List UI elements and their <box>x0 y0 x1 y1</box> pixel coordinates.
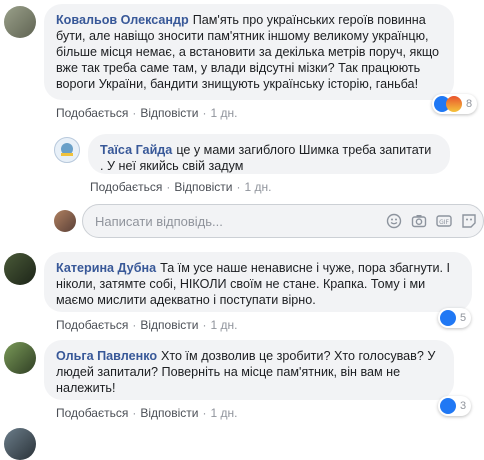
timestamp[interactable]: 1 дн. <box>210 406 237 420</box>
comment-author[interactable]: Ольга Павленко <box>56 349 157 363</box>
comment-actions: Подобається · Відповісти · 1 дн. <box>56 106 238 120</box>
comment-actions: Подобається · Відповісти · 1 дн. <box>56 406 238 420</box>
like-link[interactable]: Подобається <box>56 406 128 420</box>
comment-bubble: Ковальов Олександр Пам'ять про українськи… <box>44 4 454 100</box>
avatar[interactable] <box>4 253 36 285</box>
timestamp[interactable]: 1 дн. <box>210 106 237 120</box>
timestamp[interactable]: 1 дн. <box>210 318 237 332</box>
like-link[interactable]: Подобається <box>56 318 128 332</box>
reply-link[interactable]: Відповісти <box>174 180 232 194</box>
reply-link[interactable]: Відповісти <box>140 106 198 120</box>
comment-author[interactable]: Таїса Гайда <box>100 143 172 157</box>
like-reaction-icon <box>440 310 456 326</box>
emoji-icon[interactable] <box>386 213 402 229</box>
avatar[interactable] <box>4 6 36 38</box>
comment-bubble: Таїса Гайда це у мами загиблого Шимка тре… <box>88 134 450 174</box>
reply-link[interactable]: Відповісти <box>140 406 198 420</box>
comment-author[interactable]: Катерина Дубна <box>56 261 156 275</box>
avatar <box>54 210 76 232</box>
gif-icon[interactable]: GIF <box>436 213 452 229</box>
reply-input[interactable]: Написати відповідь... GIF <box>82 204 484 238</box>
reaction-count[interactable]: 8 <box>432 94 478 114</box>
reaction-number: 3 <box>460 400 467 412</box>
reply-placeholder: Написати відповідь... <box>95 214 223 229</box>
comment-bubble: Ольга Павленко Хто їм дозволив це зробити… <box>44 340 454 400</box>
comment-bubble: Катерина Дубна Та їм усе наше ненависне і… <box>44 252 472 312</box>
avatar[interactable] <box>4 342 36 374</box>
camera-icon[interactable] <box>411 213 427 229</box>
svg-text:GIF: GIF <box>439 219 449 226</box>
reaction-number: 5 <box>460 312 467 324</box>
like-link[interactable]: Подобається <box>56 106 128 120</box>
timestamp[interactable]: 1 дн. <box>244 180 271 194</box>
reaction-number: 8 <box>466 98 473 110</box>
avatar[interactable] <box>4 428 36 460</box>
comment-author[interactable]: Ковальов Олександр <box>56 13 189 27</box>
sticker-icon[interactable] <box>461 213 477 229</box>
reply-link[interactable]: Відповісти <box>140 318 198 332</box>
comment-actions: Подобається · Відповісти · 1 дн. <box>90 180 272 194</box>
avatar[interactable] <box>54 137 80 163</box>
reaction-count[interactable]: 5 <box>438 308 472 328</box>
comment-actions: Подобається · Відповісти · 1 дн. <box>56 318 238 332</box>
angry-reaction-icon <box>446 96 462 112</box>
like-reaction-icon <box>440 398 456 414</box>
reaction-count[interactable]: 3 <box>438 396 472 416</box>
like-link[interactable]: Подобається <box>90 180 162 194</box>
